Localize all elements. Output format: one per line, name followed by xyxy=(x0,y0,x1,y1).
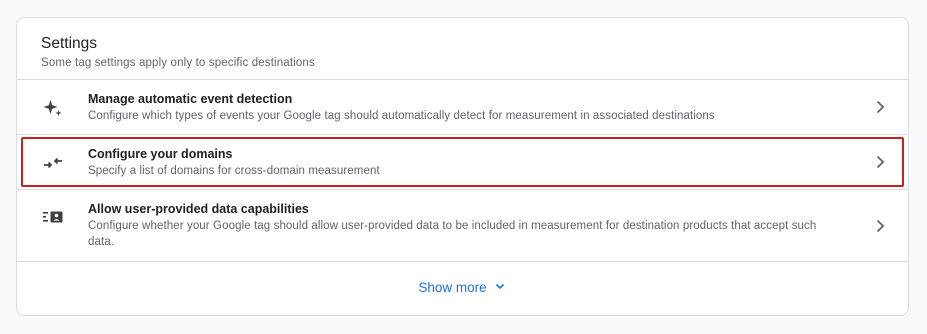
settings-header: Settings Some tag settings apply only to… xyxy=(17,18,908,80)
chevron-right-icon[interactable] xyxy=(870,97,890,117)
setting-description: Configure which types of events your Goo… xyxy=(88,110,715,122)
setting-description: Configure whether your Google tag should… xyxy=(88,220,817,248)
arrows-inward-icon xyxy=(41,151,65,175)
setting-description: Specify a list of domains for cross-doma… xyxy=(88,165,380,177)
chevron-right-icon[interactable] xyxy=(870,152,890,172)
show-more-button[interactable]: Show more xyxy=(410,275,514,300)
show-more-label: Show more xyxy=(418,280,487,295)
setting-row-configure-domains[interactable]: Configure your domains Specify a list of… xyxy=(17,135,908,190)
setting-row-automatic-event-detection[interactable]: Manage automatic event detection Configu… xyxy=(17,80,908,135)
settings-title: Settings xyxy=(41,35,98,52)
setting-title: Manage automatic event detection xyxy=(88,92,293,106)
setting-title: Configure your domains xyxy=(88,147,233,161)
show-more-container: Show more xyxy=(17,275,908,300)
chevron-right-icon[interactable] xyxy=(870,216,890,236)
setting-row-user-provided-data[interactable]: Allow user-provided data capabilities Co… xyxy=(17,190,908,262)
settings-subtitle: Some tag settings apply only to specific… xyxy=(41,57,315,69)
setting-title: Allow user-provided data capabilities xyxy=(88,202,309,216)
chevron-down-icon xyxy=(493,279,507,296)
settings-card: Settings Some tag settings apply only to… xyxy=(16,17,909,316)
sparkle-icon xyxy=(41,96,65,120)
user-data-icon xyxy=(41,205,65,229)
